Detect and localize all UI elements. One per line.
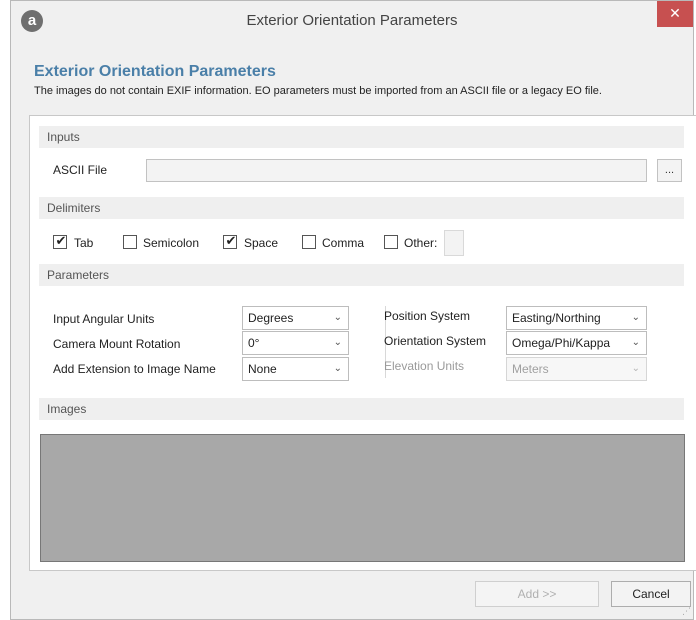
checkbox-space-label: Space — [244, 236, 279, 250]
chevron-down-icon: ⌄ — [631, 363, 640, 374]
dialog-window: a Exterior Orientation Parameters ✕ Exte… — [10, 0, 696, 620]
elevation-units-value: Meters — [512, 362, 549, 376]
position-system-label: Position System — [384, 309, 471, 323]
chevron-down-icon: ⌄ — [333, 312, 342, 323]
orientation-system-value: Omega/Phi/Kappa — [512, 336, 611, 350]
ascii-file-label: ASCII File — [53, 163, 108, 177]
position-system-select[interactable]: Easting/Northing ⌄ — [506, 306, 647, 330]
ascii-file-input[interactable] — [146, 159, 647, 182]
elevation-units-select: Meters ⌄ — [506, 357, 647, 381]
window-title: Exterior Orientation Parameters — [246, 12, 458, 29]
checkbox-other[interactable] — [384, 235, 398, 249]
camera-mount-rotation-select[interactable]: 0° ⌄ — [242, 331, 349, 355]
checkbox-other-label: Other: — [404, 236, 438, 250]
checkbox-tab-label: Tab — [74, 236, 94, 250]
section-header-images: Images — [39, 398, 684, 420]
camera-mount-rotation-value: 0° — [248, 336, 260, 350]
orientation-system-label: Orientation System — [384, 334, 487, 348]
checkbox-space[interactable]: ✔ — [223, 233, 237, 249]
input-angular-units-label: Input Angular Units — [53, 312, 155, 326]
elevation-units-label: Elevation Units — [384, 359, 465, 373]
add-extension-label: Add Extension to Image Name — [53, 362, 216, 376]
add-button: Add >> — [475, 581, 599, 607]
checkbox-semicolon[interactable] — [123, 235, 137, 249]
input-angular-units-value: Degrees — [248, 311, 294, 325]
position-system-value: Easting/Northing — [512, 311, 601, 325]
section-header-inputs: Inputs — [39, 126, 684, 148]
close-icon: ✕ — [669, 5, 681, 21]
add-extension-select[interactable]: None ⌄ — [242, 357, 349, 381]
orientation-system-select[interactable]: Omega/Phi/Kappa ⌄ — [506, 331, 647, 355]
resize-grip-icon[interactable]: ⋰ — [682, 606, 691, 617]
images-list[interactable] — [40, 434, 685, 562]
title-bar[interactable]: a Exterior Orientation Parameters ✕ — [11, 1, 693, 41]
content-panel: Inputs ASCII File ... Delimiters ✔ Tab S… — [29, 115, 696, 571]
page-title: Exterior Orientation Parameters — [34, 63, 276, 80]
close-button[interactable]: ✕ — [657, 1, 693, 27]
add-extension-value: None — [248, 362, 277, 376]
browse-button[interactable]: ... — [657, 159, 682, 182]
checkmark-icon: ✔ — [55, 233, 67, 248]
checkbox-tab[interactable]: ✔ — [53, 233, 67, 249]
section-header-delimiters: Delimiters — [39, 197, 684, 219]
cancel-button[interactable]: Cancel — [611, 581, 691, 607]
checkmark-icon: ✔ — [225, 233, 237, 248]
other-delimiter-input[interactable] — [444, 230, 464, 256]
chevron-down-icon: ⌄ — [631, 312, 640, 323]
chevron-down-icon: ⌄ — [333, 363, 342, 374]
input-angular-units-select[interactable]: Degrees ⌄ — [242, 306, 349, 330]
checkbox-semicolon-label: Semicolon — [143, 236, 200, 250]
chevron-down-icon: ⌄ — [631, 337, 640, 348]
checkbox-comma[interactable] — [302, 235, 316, 249]
checkbox-comma-label: Comma — [322, 236, 365, 250]
dialog-header: Exterior Orientation Parameters The imag… — [34, 63, 694, 97]
section-header-parameters: Parameters — [39, 264, 684, 286]
page-description: The images do not contain EXIF informati… — [34, 85, 602, 97]
camera-mount-rotation-label: Camera Mount Rotation — [53, 337, 181, 351]
chevron-down-icon: ⌄ — [333, 337, 342, 348]
